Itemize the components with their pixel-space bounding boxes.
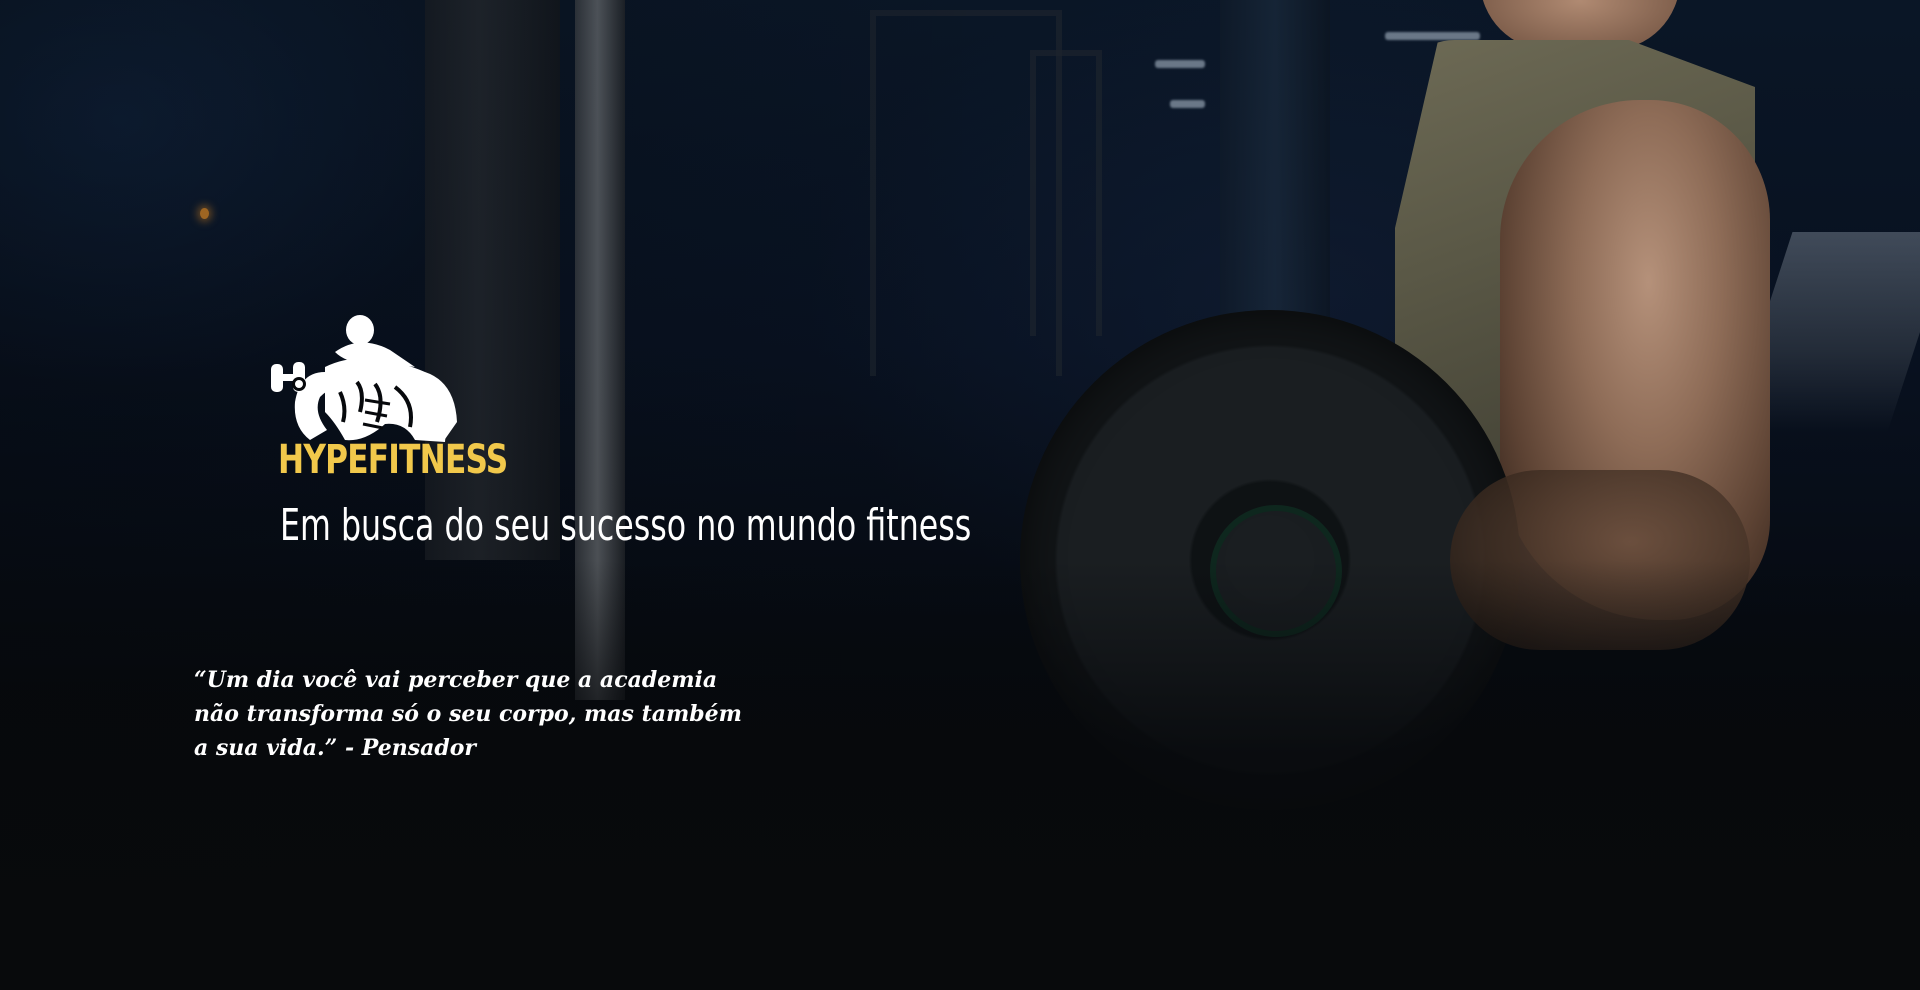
hero-section: HYPEFITNESS Em busca do seu sucesso no m…	[0, 0, 1920, 990]
brand-name: HYPEFITNESS	[278, 437, 508, 483]
hero-quote: “Um dia você vai perceber que a academia…	[194, 667, 742, 761]
hero-tagline: Em busca do seu sucesso no mundo fitness	[280, 500, 972, 551]
overlay-gradient	[0, 560, 1920, 990]
